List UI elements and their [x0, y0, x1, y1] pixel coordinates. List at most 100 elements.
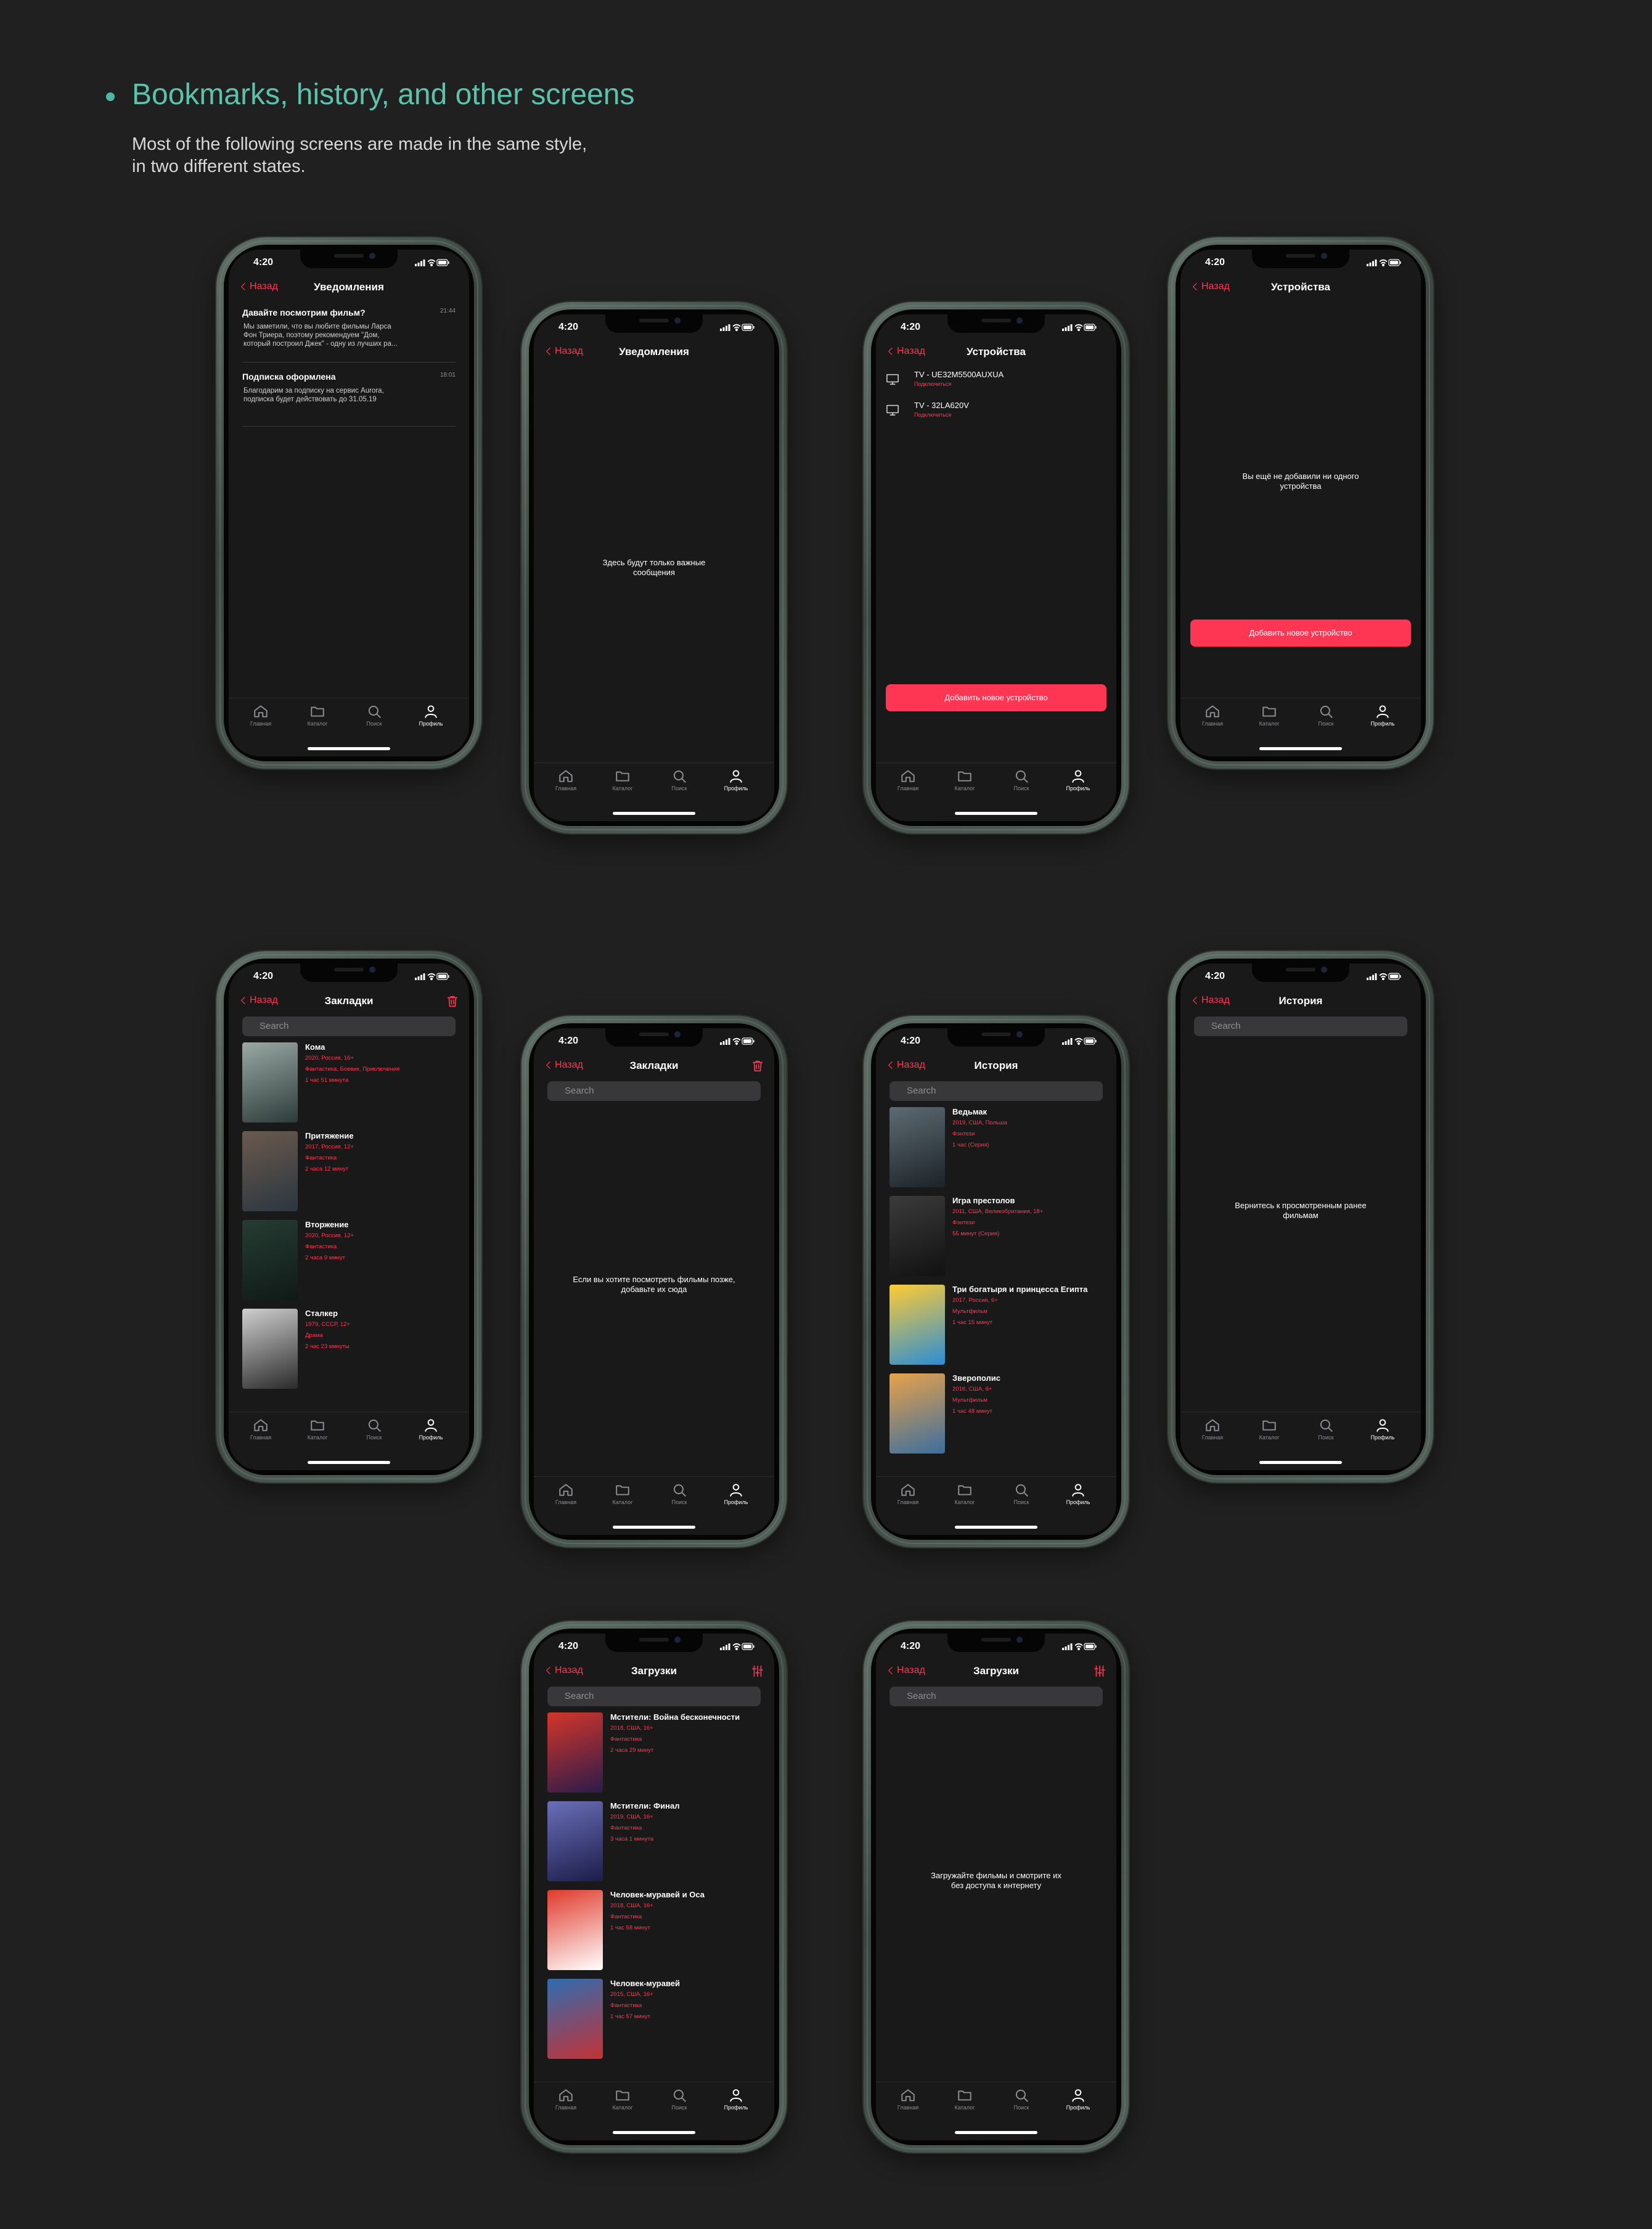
tab-profile[interactable]: Профиль — [1354, 703, 1411, 727]
movie-title: Человек-муравей и Оса — [610, 1890, 705, 1899]
search-input[interactable]: Search — [547, 1081, 761, 1101]
tab-catalog[interactable]: Каталог — [1241, 1417, 1298, 1441]
tab-search[interactable]: Поиск — [1298, 1417, 1354, 1441]
status-time: 4:20 — [253, 257, 274, 268]
tab-catalog[interactable]: Каталог — [289, 1417, 346, 1441]
movie-item[interactable]: Мстители: Финал 2019, США, 16+ Фантастика 3… — [547, 1801, 764, 1886]
tab-search[interactable]: Поиск — [651, 2087, 708, 2111]
movie-item[interactable]: Человек-муравей и Оса 2018, США, 16+ Фанта… — [547, 1890, 764, 1975]
tab-profile[interactable]: Профиль — [708, 1482, 764, 1505]
notification-item[interactable]: Давайте посмотрим фильм? 21:44 Мы заметили… — [242, 303, 456, 362]
device-item[interactable]: TV - 32LA620V Подключиться — [886, 401, 1106, 430]
home-indicator[interactable] — [1259, 1461, 1342, 1464]
tab-home[interactable]: Главная — [880, 2087, 936, 2111]
movie-item[interactable]: Человек-муравей 2015, США, 16+ Фантастика 1… — [547, 1979, 764, 2064]
tab-profile[interactable]: Профиль — [1050, 768, 1106, 791]
tab-search[interactable]: Поиск — [1298, 703, 1354, 727]
home-indicator[interactable] — [955, 2131, 1037, 2134]
tab-catalog[interactable]: Каталог — [289, 703, 346, 727]
tab-home[interactable]: Главная — [538, 1482, 594, 1505]
tab-home[interactable]: Главная — [232, 1417, 289, 1441]
front-camera — [1321, 253, 1327, 259]
tab-label: Профиль — [724, 1499, 748, 1505]
home-indicator[interactable] — [308, 747, 390, 750]
movie-item[interactable]: Игра престолов 2011, США, Великобритания,… — [889, 1196, 1106, 1281]
tab-home[interactable]: Главная — [538, 2087, 594, 2111]
movie-item[interactable]: Кома 2020, Россия, 16+ Фантастика, Боевик,… — [242, 1042, 459, 1127]
home-indicator[interactable] — [613, 2131, 695, 2134]
movie-item[interactable]: Ведьмак 2019, США, Польша Фэнтези 1 час (Се… — [889, 1107, 1106, 1192]
status-icons — [1062, 1643, 1097, 1651]
status-time: 4:20 — [901, 1036, 921, 1046]
tab-profile[interactable]: Профиль — [708, 2087, 764, 2111]
movie-item[interactable]: Мстители: Война бесконечности 2018, США, … — [547, 1712, 764, 1798]
tab-catalog[interactable]: Каталог — [594, 1482, 651, 1505]
search-input[interactable]: Search — [889, 1687, 1103, 1706]
tab-search[interactable]: Поиск — [651, 768, 708, 791]
tab-catalog[interactable]: Каталог — [594, 768, 651, 791]
tab-catalog[interactable]: Каталог — [936, 768, 993, 791]
notch — [605, 1634, 703, 1652]
tab-home[interactable]: Главная — [880, 768, 936, 791]
movie-item[interactable]: Три богатыря и принцесса Египта 2017, Рос… — [889, 1285, 1106, 1370]
tab-profile[interactable]: Профиль — [1050, 1482, 1106, 1505]
movie-duration: 1 час 48 минут — [952, 1408, 992, 1415]
tab-home[interactable]: Главная — [232, 703, 289, 727]
tab-profile[interactable]: Профиль — [403, 1417, 459, 1441]
front-camera — [674, 1637, 681, 1643]
movie-item[interactable]: Сталкер 1979, СССР, 12+ Драма 2 час 23 мину… — [242, 1309, 459, 1394]
movie-item[interactable]: Притяжение 2017, Россия, 12+ Фантастика 2 ч… — [242, 1131, 459, 1216]
search-input[interactable]: Search — [1194, 1016, 1407, 1036]
home-indicator[interactable] — [613, 812, 695, 815]
tab-home[interactable]: Главная — [538, 768, 594, 791]
home-indicator[interactable] — [613, 1526, 695, 1529]
filter-button[interactable] — [751, 1664, 764, 1678]
notification-time: 21:44 — [440, 308, 456, 314]
tab-label: Главная — [1201, 1434, 1224, 1441]
movie-item[interactable]: Вторжение 2020, Россия, 12+ Фантастика 2 ча… — [242, 1220, 459, 1305]
tab-catalog[interactable]: Каталог — [936, 1482, 993, 1505]
status-icons — [1367, 973, 1401, 981]
nav-bar: Назад Загрузки — [876, 1661, 1116, 1682]
search-input[interactable]: Search — [547, 1687, 761, 1706]
home-indicator[interactable] — [955, 812, 1037, 815]
add-device-button[interactable]: Добавить новое устройство — [886, 684, 1106, 711]
tab-search[interactable]: Поиск — [346, 703, 403, 727]
home-icon — [254, 1419, 268, 1431]
device-connect-link[interactable]: Подключиться — [914, 381, 951, 387]
tab-home[interactable]: Главная — [1184, 703, 1241, 727]
add-device-button[interactable]: Добавить новое устройство — [1190, 620, 1411, 647]
movie-poster — [242, 1042, 298, 1123]
search-input[interactable]: Search — [889, 1081, 1103, 1101]
tab-home[interactable]: Главная — [880, 1482, 936, 1505]
folder-icon — [616, 2090, 629, 2101]
delete-button[interactable] — [446, 994, 459, 1008]
tab-profile[interactable]: Профиль — [403, 703, 459, 727]
home-indicator[interactable] — [1259, 747, 1342, 750]
search-input[interactable]: Search — [242, 1016, 456, 1036]
tab-profile[interactable]: Профиль — [1050, 2087, 1106, 2111]
tab-search[interactable]: Поиск — [651, 1482, 708, 1505]
delete-button[interactable] — [751, 1059, 764, 1073]
tab-catalog[interactable]: Каталог — [936, 2087, 993, 2111]
device-connect-link[interactable]: Подключиться — [914, 412, 951, 418]
tab-label: Профиль — [1370, 1434, 1395, 1441]
tab-catalog[interactable]: Каталог — [1241, 703, 1298, 727]
home-indicator[interactable] — [308, 1461, 390, 1464]
phone-p4: 4:20 Назад Устройства Вы ещё не добавили ни… — [1168, 237, 1433, 769]
tab-home[interactable]: Главная — [1184, 1417, 1241, 1441]
tab-profile[interactable]: Профиль — [1354, 1417, 1411, 1441]
tab-search[interactable]: Поиск — [346, 1417, 403, 1441]
tab-profile[interactable]: Профиль — [708, 768, 764, 791]
tab-search[interactable]: Поиск — [993, 768, 1050, 791]
tab-search[interactable]: Поиск — [993, 2087, 1050, 2111]
tab-search[interactable]: Поиск — [993, 1482, 1050, 1505]
home-indicator[interactable] — [955, 1526, 1037, 1529]
notification-item[interactable]: Подписка оформлена 18:01 Благодарим за под… — [242, 367, 456, 427]
tab-bar: Главная Каталог Поиск Профиль — [229, 1412, 469, 1470]
filter-button[interactable] — [1093, 1664, 1106, 1678]
tab-catalog[interactable]: Каталог — [594, 2087, 651, 2111]
device-item[interactable]: TV - UE32M5500AUXUA Подключиться — [886, 370, 1106, 399]
movie-item[interactable]: Зверополис 2016, США, 6+ Мультфильм 1 час 4… — [889, 1373, 1106, 1458]
front-camera — [1016, 1031, 1023, 1037]
